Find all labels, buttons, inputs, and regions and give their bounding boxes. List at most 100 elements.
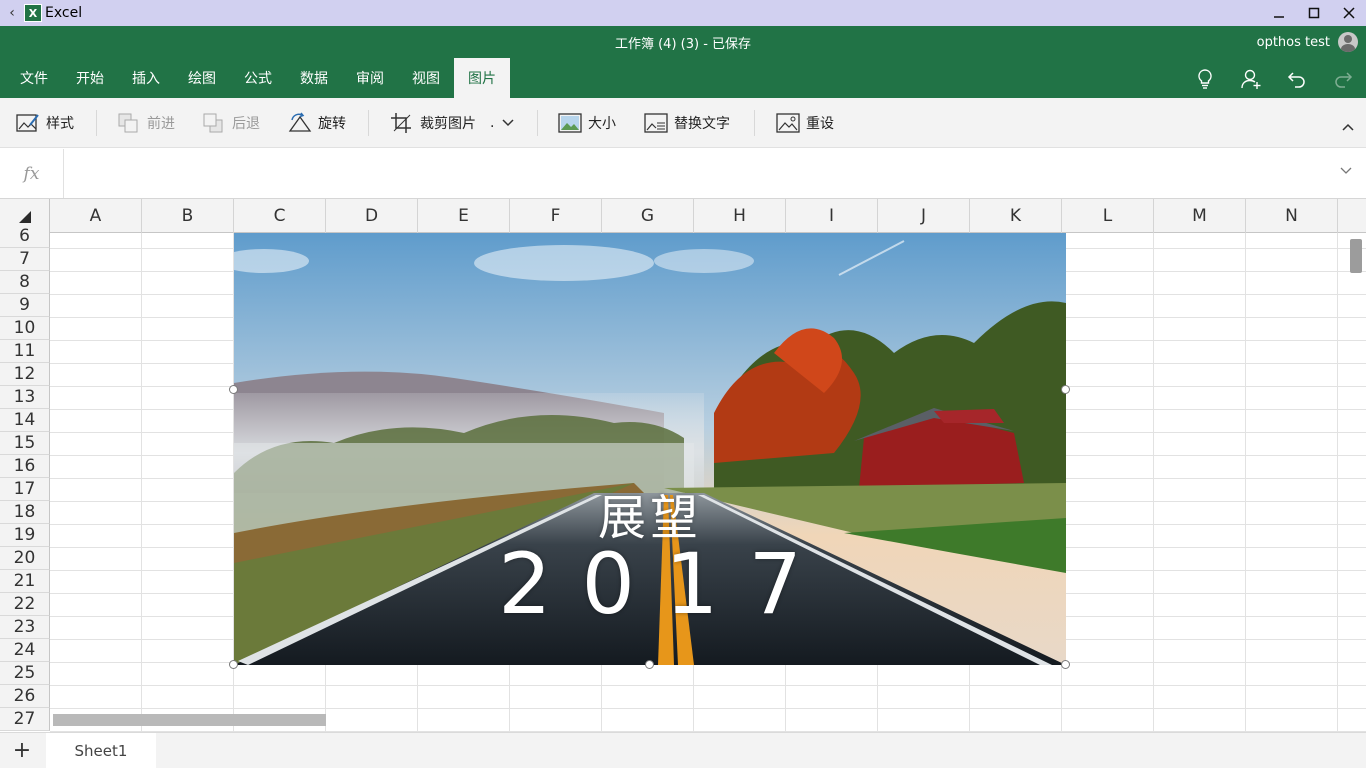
send-backward-icon bbox=[202, 112, 226, 134]
collapse-ribbon-icon[interactable] bbox=[1342, 120, 1354, 134]
column-header[interactable]: B bbox=[142, 199, 234, 233]
row-header[interactable]: 21 bbox=[0, 570, 50, 593]
row-header[interactable]: 18 bbox=[0, 501, 50, 524]
column-header[interactable]: J bbox=[878, 199, 970, 233]
alt-text-icon bbox=[644, 112, 668, 134]
vertical-scrollbar[interactable] bbox=[1350, 239, 1362, 273]
rotate-button[interactable]: 旋转 bbox=[288, 108, 346, 138]
row-header[interactable]: 15 bbox=[0, 432, 50, 455]
formula-bar: fx bbox=[0, 149, 1366, 199]
column-header[interactable]: G bbox=[602, 199, 694, 233]
avatar bbox=[1338, 32, 1358, 52]
document-title: 工作簿 (4) (3) - 已保存 bbox=[614, 37, 752, 52]
row-header[interactable]: 10 bbox=[0, 317, 50, 340]
row-header[interactable]: 25 bbox=[0, 662, 50, 685]
user-account[interactable]: opthos test bbox=[1257, 32, 1358, 52]
add-sheet-button[interactable]: + bbox=[0, 733, 44, 768]
row-header[interactable]: 17 bbox=[0, 478, 50, 501]
tab-view[interactable]: 视图 bbox=[398, 58, 454, 98]
window-controls bbox=[1261, 0, 1366, 26]
share-person-icon[interactable] bbox=[1228, 64, 1274, 94]
crop-more-label: . bbox=[490, 115, 495, 131]
alt-text-label: 替换文字 bbox=[674, 116, 730, 132]
row-header[interactable]: 12 bbox=[0, 363, 50, 386]
row-header[interactable]: 7 bbox=[0, 248, 50, 271]
tab-insert[interactable]: 插入 bbox=[118, 58, 174, 98]
send-backward-label: 后退 bbox=[232, 116, 260, 132]
tab-draw[interactable]: 绘图 bbox=[174, 58, 230, 98]
column-header[interactable]: L bbox=[1062, 199, 1154, 233]
expand-formula-icon[interactable] bbox=[1340, 164, 1352, 178]
column-header[interactable]: C bbox=[234, 199, 326, 233]
reset-picture-button[interactable]: 重设 bbox=[776, 108, 834, 138]
tab-formulas[interactable]: 公式 bbox=[230, 58, 286, 98]
title-bar: ‹ X Excel bbox=[0, 0, 1366, 26]
ribbon-divider bbox=[754, 110, 755, 136]
tab-data[interactable]: 数据 bbox=[286, 58, 342, 98]
row-header[interactable]: 6 bbox=[0, 225, 50, 248]
logo-letter: X bbox=[28, 6, 38, 20]
picture-ribbon: 样式 前进 后退 旋转 裁剪图片 . 大小 替换文字 重设 bbox=[0, 98, 1366, 148]
alt-text-button[interactable]: 替换文字 bbox=[644, 108, 730, 138]
column-header[interactable]: K bbox=[970, 199, 1062, 233]
row-header[interactable]: 26 bbox=[0, 685, 50, 708]
column-header[interactable]: M bbox=[1154, 199, 1246, 233]
column-header[interactable]: N bbox=[1246, 199, 1338, 233]
sheet-tab[interactable]: Sheet1 bbox=[46, 733, 156, 768]
styles-button[interactable]: 样式 bbox=[16, 108, 74, 138]
close-icon[interactable] bbox=[1331, 0, 1366, 26]
crop-options-dropdown[interactable]: . bbox=[490, 108, 526, 138]
column-headers: A B C D E F G H I J K L M N bbox=[0, 199, 1366, 233]
row-header[interactable]: 23 bbox=[0, 616, 50, 639]
row-header[interactable]: 13 bbox=[0, 386, 50, 409]
send-backward-button[interactable]: 后退 bbox=[202, 108, 260, 138]
row-header[interactable]: 16 bbox=[0, 455, 50, 478]
crop-label: 裁剪图片 bbox=[420, 116, 476, 132]
row-header[interactable]: 19 bbox=[0, 524, 50, 547]
app-header: 工作簿 (4) (3) - 已保存 opthos test 文件 开始 插入 绘… bbox=[0, 26, 1366, 98]
row-header[interactable]: 14 bbox=[0, 409, 50, 432]
row-header[interactable]: 9 bbox=[0, 294, 50, 317]
bring-forward-button[interactable]: 前进 bbox=[117, 108, 175, 138]
lightbulb-icon[interactable] bbox=[1182, 64, 1228, 94]
undo-icon[interactable] bbox=[1274, 64, 1320, 94]
column-header[interactable]: D bbox=[326, 199, 418, 233]
resize-handle-right[interactable] bbox=[1061, 385, 1070, 394]
column-header[interactable]: I bbox=[786, 199, 878, 233]
resize-handle-left[interactable] bbox=[229, 385, 238, 394]
back-icon[interactable]: ‹ bbox=[0, 0, 24, 26]
picture-caption-line2: 2017 bbox=[498, 535, 832, 633]
inserted-picture[interactable]: 展望 2017 bbox=[234, 233, 1066, 665]
crop-button[interactable]: 裁剪图片 bbox=[390, 108, 476, 138]
row-header[interactable]: 20 bbox=[0, 547, 50, 570]
resize-handle-bottom-right[interactable] bbox=[1061, 660, 1070, 669]
picture-size-icon bbox=[558, 112, 582, 134]
user-name: opthos test bbox=[1256, 34, 1330, 50]
header-actions bbox=[1182, 64, 1366, 94]
column-header[interactable]: H bbox=[694, 199, 786, 233]
column-header[interactable]: E bbox=[418, 199, 510, 233]
tab-home[interactable]: 开始 bbox=[62, 58, 118, 98]
function-button[interactable]: fx bbox=[0, 149, 64, 198]
resize-handle-bottom-left[interactable] bbox=[229, 660, 238, 669]
maximize-icon[interactable] bbox=[1296, 0, 1331, 26]
size-label: 大小 bbox=[588, 116, 616, 132]
picture-styles-icon bbox=[16, 112, 40, 134]
row-header[interactable]: 27 bbox=[0, 708, 50, 731]
column-header[interactable]: F bbox=[510, 199, 602, 233]
tab-file[interactable]: 文件 bbox=[0, 58, 62, 98]
minimize-icon[interactable] bbox=[1261, 0, 1296, 26]
resize-handle-bottom[interactable] bbox=[645, 660, 654, 669]
tab-picture[interactable]: 图片 bbox=[454, 58, 510, 98]
tab-review[interactable]: 审阅 bbox=[342, 58, 398, 98]
horizontal-scrollbar[interactable] bbox=[53, 714, 326, 726]
rotate-icon bbox=[288, 112, 312, 134]
size-button[interactable]: 大小 bbox=[558, 108, 616, 138]
row-header[interactable]: 8 bbox=[0, 271, 50, 294]
redo-icon[interactable] bbox=[1320, 64, 1366, 94]
row-header[interactable]: 11 bbox=[0, 340, 50, 363]
column-header[interactable]: A bbox=[50, 199, 142, 233]
row-header[interactable]: 24 bbox=[0, 639, 50, 662]
row-header[interactable]: 22 bbox=[0, 593, 50, 616]
reset-picture-icon bbox=[776, 112, 800, 134]
